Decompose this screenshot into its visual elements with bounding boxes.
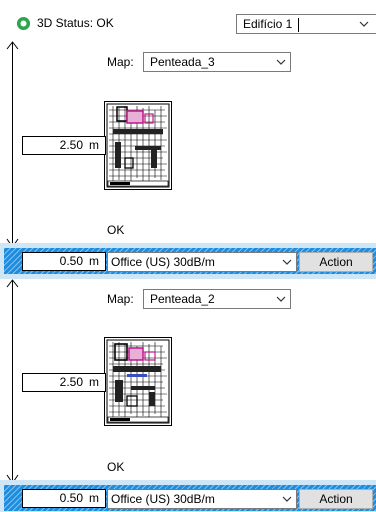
level-status: OK bbox=[107, 460, 125, 474]
map-select-value: Penteada_3 bbox=[150, 55, 215, 69]
map-label: Map: bbox=[107, 292, 134, 306]
level-height-input[interactable]: 2.50 m bbox=[22, 136, 106, 155]
3d-status-label: 3D Status: OK bbox=[37, 16, 114, 30]
height-ruler bbox=[12, 42, 13, 248]
map-select-value: Penteada_2 bbox=[150, 292, 215, 306]
floor-plan-drawing bbox=[106, 339, 170, 424]
map-select[interactable]: Penteada_3 bbox=[143, 52, 291, 72]
building-select[interactable]: Edifício 1 bbox=[236, 14, 376, 34]
action-button[interactable]: Action bbox=[299, 489, 373, 509]
text-cursor bbox=[298, 18, 299, 32]
floor-thickness-input[interactable]: 0.50 m bbox=[22, 489, 106, 508]
height-unit: m bbox=[89, 138, 99, 152]
arrow-up-icon bbox=[6, 41, 19, 50]
building-select-value: Edifício 1 bbox=[243, 17, 293, 31]
floor-material-select[interactable]: Office (US) 30dB/m bbox=[107, 489, 297, 509]
level-status: OK bbox=[107, 223, 125, 237]
arrow-up-icon bbox=[6, 279, 19, 288]
height-value: 2.50 bbox=[59, 375, 83, 389]
floor-thickness-unit: m bbox=[89, 491, 99, 505]
floor-plan-thumbnail bbox=[104, 337, 172, 426]
chevron-down-icon bbox=[276, 59, 286, 65]
floor-material-value: Office (US) 30dB/m bbox=[111, 492, 215, 506]
floor-thickness-value: 0.50 bbox=[59, 254, 83, 268]
floor-plan-drawing bbox=[106, 103, 170, 188]
floor-material-value: Office (US) 30dB/m bbox=[111, 255, 215, 269]
height-unit: m bbox=[89, 375, 99, 389]
floor-material-select[interactable]: Office (US) 30dB/m bbox=[107, 252, 297, 272]
height-value: 2.50 bbox=[59, 138, 83, 152]
height-ruler bbox=[12, 280, 13, 484]
action-button[interactable]: Action bbox=[299, 252, 373, 272]
chevron-down-icon bbox=[276, 296, 286, 302]
status-ok-icon bbox=[16, 16, 31, 31]
floor-plan-thumbnail bbox=[104, 101, 172, 190]
map-select[interactable]: Penteada_2 bbox=[143, 289, 291, 309]
chevron-down-icon bbox=[282, 496, 292, 502]
chevron-down-icon bbox=[359, 21, 369, 27]
floor-thickness-unit: m bbox=[89, 254, 99, 268]
level-height-input[interactable]: 2.50 m bbox=[22, 373, 106, 392]
floor-thickness-input[interactable]: 0.50 m bbox=[22, 252, 106, 271]
floor-thickness-value: 0.50 bbox=[59, 491, 83, 505]
chevron-down-icon bbox=[282, 259, 292, 265]
map-label: Map: bbox=[107, 55, 134, 69]
